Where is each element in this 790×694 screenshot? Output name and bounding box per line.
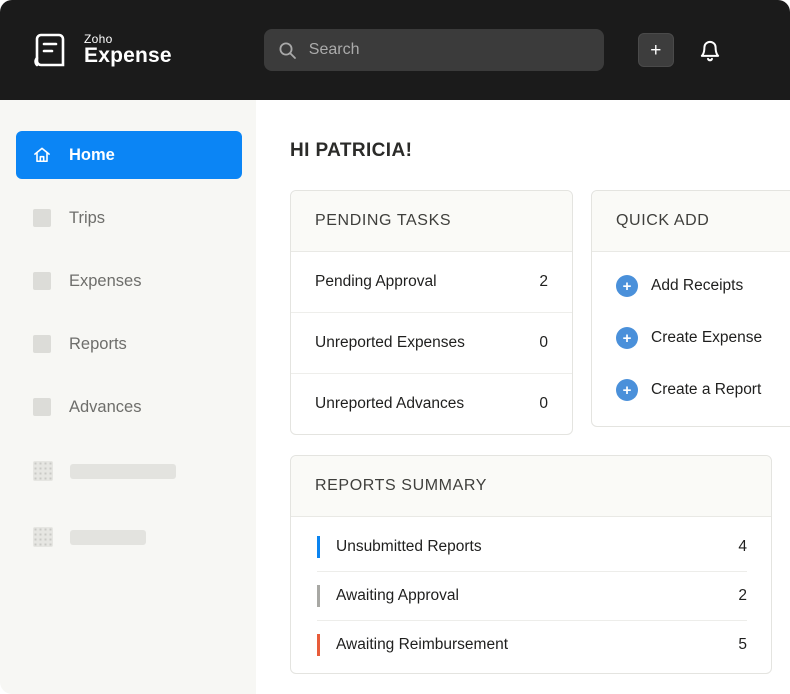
- skeleton-icon: [33, 527, 53, 547]
- greeting-heading: HI PATRICIA!: [290, 140, 790, 162]
- sidebar-skeleton-item: [33, 527, 256, 547]
- row-label: Pending Approval: [315, 273, 437, 291]
- sidebar-item-label: Reports: [69, 335, 127, 354]
- search-input[interactable]: [309, 41, 590, 59]
- skeleton-bar: [70, 464, 176, 479]
- main-panel: HI PATRICIA! PENDING TASKS Pending Appro…: [256, 100, 790, 694]
- global-add-button[interactable]: +: [638, 33, 674, 67]
- expenses-placeholder-icon: [32, 271, 52, 291]
- quick-add-body: Add Receipts Create Expense Create a Rep…: [592, 252, 790, 426]
- logo-brand-large: Expense: [84, 45, 172, 67]
- status-color-bar: [317, 634, 320, 656]
- row-label: Unsubmitted Reports: [336, 538, 482, 556]
- plus-glyph: +: [650, 41, 661, 60]
- quick-add-create-expense[interactable]: Create Expense: [592, 312, 790, 364]
- unreported-advances-row[interactable]: Unreported Advances 0: [291, 374, 572, 434]
- quick-add-label: Create a Report: [651, 381, 761, 399]
- advances-placeholder-icon: [32, 397, 52, 417]
- sidebar-item-reports[interactable]: Reports: [16, 320, 242, 368]
- sidebar-item-label: Expenses: [69, 272, 141, 291]
- row-value: 0: [539, 334, 548, 352]
- unreported-expenses-row[interactable]: Unreported Expenses 0: [291, 313, 572, 374]
- row-value: 2: [539, 273, 548, 291]
- quick-add-label: Create Expense: [651, 329, 762, 347]
- status-color-bar: [317, 536, 320, 558]
- reports-placeholder-icon: [32, 334, 52, 354]
- app-window: Zoho Expense +: [0, 0, 790, 694]
- row-value: 5: [738, 636, 747, 654]
- quick-add-card: QUICK ADD Add Receipts Create Expense: [591, 190, 790, 427]
- sidebar-item-label: Trips: [69, 209, 105, 228]
- plus-circle-icon: [616, 379, 638, 401]
- logo-text: Zoho Expense: [84, 33, 172, 68]
- row-value: 4: [738, 538, 747, 556]
- reports-summary-body: Unsubmitted Reports 4 Awaiting Approval …: [291, 517, 771, 673]
- quick-add-title: QUICK ADD: [592, 191, 790, 252]
- search-icon: [278, 41, 297, 60]
- content-area: Home Trips Expenses Reports Advances: [0, 100, 790, 694]
- reports-summary-title: REPORTS SUMMARY: [291, 456, 771, 517]
- sidebar-item-trips[interactable]: Trips: [16, 194, 242, 242]
- reports-summary-card: REPORTS SUMMARY Unsubmitted Reports 4 Aw…: [290, 455, 772, 674]
- sidebar: Home Trips Expenses Reports Advances: [0, 100, 256, 694]
- sidebar-item-home[interactable]: Home: [16, 131, 242, 179]
- row-label: Unreported Expenses: [315, 334, 465, 352]
- skeleton-icon: [33, 461, 53, 481]
- zoho-expense-logo[interactable]: Zoho Expense: [28, 28, 172, 72]
- sidebar-item-expenses[interactable]: Expenses: [16, 257, 242, 305]
- row-label: Awaiting Reimbursement: [336, 636, 508, 654]
- pending-approval-row[interactable]: Pending Approval 2: [291, 252, 572, 313]
- sidebar-item-label: Home: [69, 146, 115, 165]
- sidebar-item-label: Advances: [69, 398, 141, 417]
- unsubmitted-reports-row[interactable]: Unsubmitted Reports 4: [317, 523, 747, 572]
- row-label: Unreported Advances: [315, 395, 464, 413]
- quick-add-label: Add Receipts: [651, 277, 743, 295]
- topbar: Zoho Expense +: [0, 0, 790, 100]
- bell-icon: [696, 36, 724, 64]
- quick-add-create-report[interactable]: Create a Report: [592, 364, 790, 416]
- search-box[interactable]: [264, 29, 604, 71]
- home-icon: [32, 145, 52, 165]
- trips-placeholder-icon: [32, 208, 52, 228]
- plus-circle-icon: [616, 327, 638, 349]
- row-label: Awaiting Approval: [336, 587, 459, 605]
- sidebar-item-advances[interactable]: Advances: [16, 383, 242, 431]
- pending-tasks-title: PENDING TASKS: [291, 191, 572, 252]
- awaiting-reimbursement-row[interactable]: Awaiting Reimbursement 5: [317, 621, 747, 669]
- sidebar-skeleton-group: [0, 461, 256, 547]
- row-value: 2: [738, 587, 747, 605]
- row-value: 0: [539, 395, 548, 413]
- skeleton-bar: [70, 530, 146, 545]
- sidebar-skeleton-item: [33, 461, 256, 481]
- top-cards-row: PENDING TASKS Pending Approval 2 Unrepor…: [290, 190, 790, 435]
- pending-tasks-card: PENDING TASKS Pending Approval 2 Unrepor…: [290, 190, 573, 435]
- awaiting-approval-row[interactable]: Awaiting Approval 2: [317, 572, 747, 621]
- receipt-logo-icon: [28, 28, 72, 72]
- plus-circle-icon: [616, 275, 638, 297]
- notifications-button[interactable]: [696, 36, 724, 64]
- status-color-bar: [317, 585, 320, 607]
- quick-add-receipts[interactable]: Add Receipts: [592, 260, 790, 312]
